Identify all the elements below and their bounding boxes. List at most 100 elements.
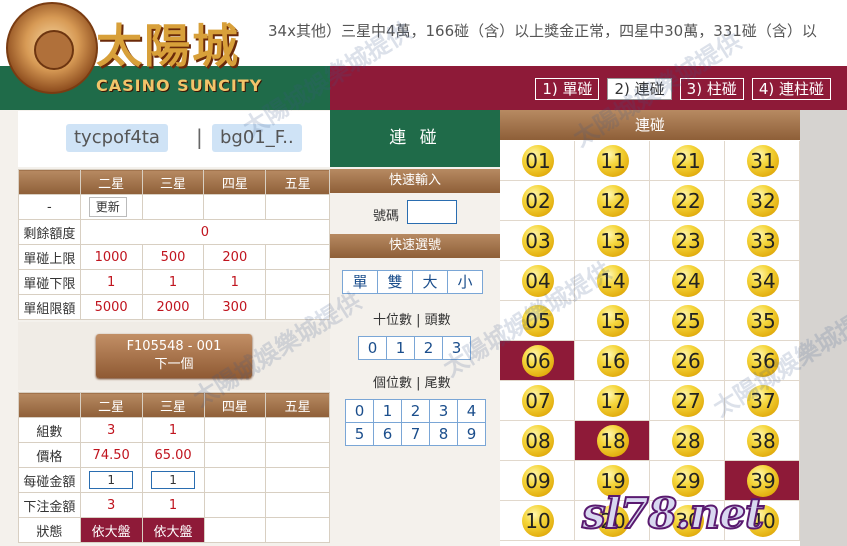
units-4-button[interactable]: 4 [457, 399, 486, 423]
tens-1-button[interactable]: 1 [386, 336, 415, 360]
tab-consecutive[interactable]: 2) 連碰 [607, 78, 672, 100]
number-ball[interactable]: 21 [672, 145, 704, 177]
number-cell[interactable]: 31 [725, 141, 800, 181]
tens-3-button[interactable]: 3 [442, 336, 471, 360]
number-ball[interactable]: 01 [522, 145, 554, 177]
number-cell[interactable]: 06 [500, 341, 575, 381]
number-ball[interactable]: 09 [522, 465, 554, 497]
units-2-button[interactable]: 2 [401, 399, 430, 423]
number-ball[interactable]: 35 [747, 305, 779, 337]
tab-single[interactable]: 1) 單碰 [535, 78, 600, 100]
number-ball[interactable]: 37 [747, 385, 779, 417]
number-ball[interactable]: 38 [747, 425, 779, 457]
number-cell[interactable]: 24 [650, 261, 725, 301]
number-ball[interactable]: 05 [522, 305, 554, 337]
number-ball[interactable]: 17 [597, 385, 629, 417]
number-cell[interactable]: 16 [575, 341, 650, 381]
number-ball[interactable]: 10 [522, 505, 554, 537]
number-ball[interactable]: 02 [522, 185, 554, 217]
odd-button[interactable]: 單 [342, 270, 378, 294]
units-9-button[interactable]: 9 [457, 422, 486, 446]
number-cell[interactable]: 28 [650, 421, 725, 461]
number-ball[interactable]: 22 [672, 185, 704, 217]
tens-0-button[interactable]: 0 [358, 336, 387, 360]
number-cell[interactable]: 13 [575, 221, 650, 261]
number-ball[interactable]: 26 [672, 345, 704, 377]
number-cell[interactable]: 22 [650, 181, 725, 221]
number-ball[interactable]: 32 [747, 185, 779, 217]
even-button[interactable]: 雙 [377, 270, 413, 294]
number-ball[interactable]: 06 [522, 345, 554, 377]
number-cell[interactable]: 37 [725, 381, 800, 421]
tab-consecutive-column[interactable]: 4) 連柱碰 [751, 78, 831, 100]
row-label: 組數 [18, 417, 81, 443]
units-6-button[interactable]: 6 [373, 422, 402, 446]
number-cell[interactable]: 05 [500, 301, 575, 341]
number-ball[interactable]: 03 [522, 225, 554, 257]
number-cell[interactable]: 08 [500, 421, 575, 461]
number-ball[interactable]: 31 [747, 145, 779, 177]
number-ball[interactable]: 15 [597, 305, 629, 337]
number-ball[interactable]: 08 [522, 425, 554, 457]
small-button[interactable]: 小 [447, 270, 483, 294]
number-cell[interactable]: 25 [650, 301, 725, 341]
number-cell[interactable]: 32 [725, 181, 800, 221]
big-button[interactable]: 大 [412, 270, 448, 294]
number-cell[interactable]: 10 [500, 501, 575, 541]
number-cell[interactable]: 04 [500, 261, 575, 301]
units-8-button[interactable]: 8 [429, 422, 458, 446]
number-cell[interactable]: 26 [650, 341, 725, 381]
number-cell[interactable]: 35 [725, 301, 800, 341]
number-ball[interactable]: 13 [597, 225, 629, 257]
number-cell[interactable]: 27 [650, 381, 725, 421]
number-ball[interactable]: 07 [522, 385, 554, 417]
number-cell[interactable]: 12 [575, 181, 650, 221]
number-cell[interactable]: 38 [725, 421, 800, 461]
units-5-button[interactable]: 5 [345, 422, 374, 446]
number-ball[interactable]: 25 [672, 305, 704, 337]
number-ball[interactable]: 12 [597, 185, 629, 217]
number-ball[interactable]: 18 [597, 425, 629, 457]
number-cell[interactable]: 34 [725, 261, 800, 301]
units-7-button[interactable]: 7 [401, 422, 430, 446]
number-ball[interactable]: 34 [747, 265, 779, 297]
number-cell[interactable]: 17 [575, 381, 650, 421]
number-cell[interactable]: 07 [500, 381, 575, 421]
units-3-button[interactable]: 3 [429, 399, 458, 423]
amount-input-2star[interactable]: 1 [89, 471, 134, 489]
units-1-button[interactable]: 1 [373, 399, 402, 423]
number-ball[interactable]: 28 [672, 425, 704, 457]
tens-2-button[interactable]: 2 [414, 336, 443, 360]
number-ball[interactable]: 04 [522, 265, 554, 297]
number-cell[interactable]: 14 [575, 261, 650, 301]
refresh-button[interactable]: 更新 [88, 197, 127, 217]
number-cell[interactable]: 36 [725, 341, 800, 381]
limits-header-row: 二星 三星 四星 五星 [18, 169, 330, 195]
value-cell [265, 269, 330, 295]
number-cell[interactable]: 23 [650, 221, 725, 261]
number-ball[interactable]: 24 [672, 265, 704, 297]
number-cell[interactable]: 21 [650, 141, 725, 181]
number-ball[interactable]: 23 [672, 225, 704, 257]
tab-column[interactable]: 3) 柱碰 [679, 78, 744, 100]
number-ball[interactable]: 36 [747, 345, 779, 377]
number-cell[interactable]: 11 [575, 141, 650, 181]
number-ball[interactable]: 11 [597, 145, 629, 177]
amount-input-3star[interactable]: 1 [151, 471, 196, 489]
units-0-button[interactable]: 0 [345, 399, 374, 423]
next-order-button[interactable]: F105548 - 001 下一個 [96, 334, 252, 378]
number-ball[interactable]: 16 [597, 345, 629, 377]
number-cell[interactable]: 33 [725, 221, 800, 261]
number-cell[interactable]: 18 [575, 421, 650, 461]
quick-input-header: 快速輸入 [330, 169, 500, 193]
number-cell[interactable]: 03 [500, 221, 575, 261]
number-cell[interactable]: 02 [500, 181, 575, 221]
number-ball[interactable]: 14 [597, 265, 629, 297]
number-cell[interactable]: 09 [500, 461, 575, 501]
number-ball[interactable]: 27 [672, 385, 704, 417]
number-cell[interactable]: 15 [575, 301, 650, 341]
value-cell: 1000 [79, 244, 143, 270]
number-cell[interactable]: 01 [500, 141, 575, 181]
number-ball[interactable]: 33 [747, 225, 779, 257]
number-input[interactable] [407, 200, 457, 224]
